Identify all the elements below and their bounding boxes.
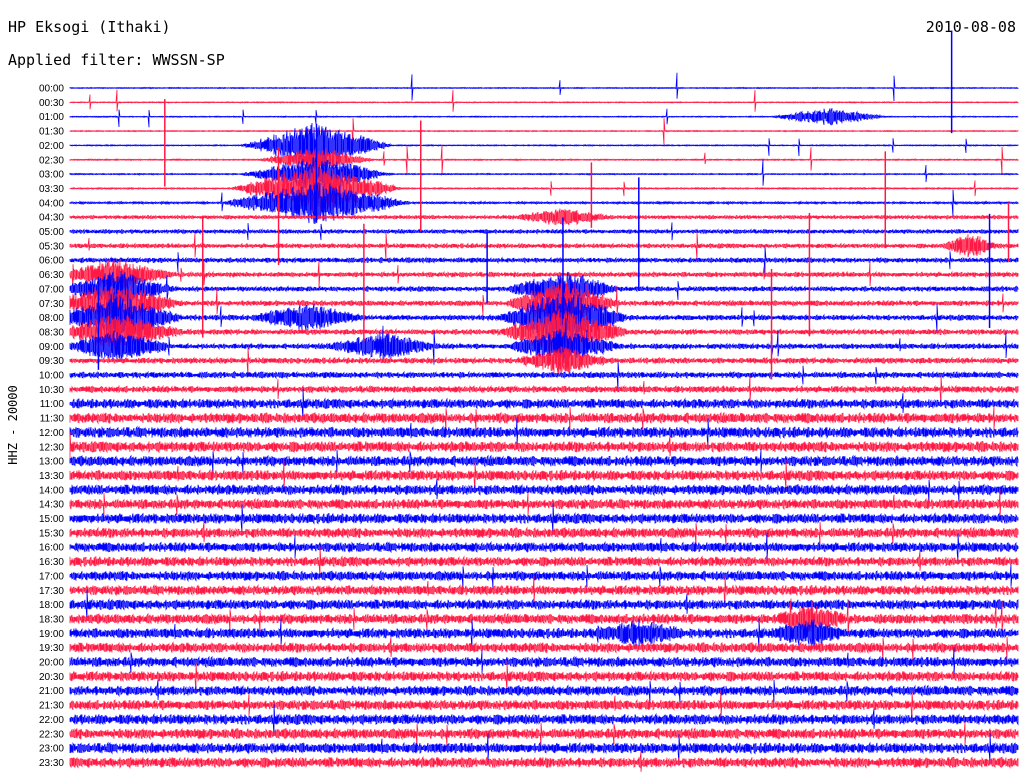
trace-row-0000 <box>69 72 1019 102</box>
helicorder-plot: 00:00 00:30 01:00 01:30 02:00 02:30 03:00 03:30… <box>39 30 1019 772</box>
time-tick-label: 04:30 <box>39 213 64 224</box>
trace-row-0130 <box>69 118 1019 147</box>
time-tick-label: 06:00 <box>39 256 64 267</box>
time-tick-label: 09:00 <box>39 342 64 353</box>
trace-row-0500 <box>69 222 1019 241</box>
time-tick-label: 12:30 <box>39 442 64 453</box>
time-tick-label: 20:30 <box>39 672 64 683</box>
trace-row-0100 <box>69 108 1019 128</box>
trace-row-0300 <box>69 156 1019 193</box>
time-tick-label: 05:00 <box>39 227 64 238</box>
time-tick-label: 07:30 <box>39 299 64 310</box>
time-tick-label: 22:30 <box>39 729 64 740</box>
time-tick-label: 20:00 <box>39 658 64 669</box>
time-tick-label: 10:30 <box>39 385 64 396</box>
time-tick-label: 16:00 <box>39 543 64 554</box>
time-tick-label: 16:30 <box>39 557 64 568</box>
time-tick-label: 13:00 <box>39 457 64 468</box>
time-tick-label: 21:00 <box>39 686 64 697</box>
time-tick-label: 23:00 <box>39 744 64 755</box>
time-tick-label: 14:30 <box>39 500 64 511</box>
time-tick-label: 15:30 <box>39 528 64 539</box>
time-tick-label: 08:30 <box>39 327 64 338</box>
trace-row-0230 <box>69 145 1019 175</box>
time-tick-label: 17:00 <box>39 571 64 582</box>
time-tick-label: 10:00 <box>39 371 64 382</box>
time-tick-label: 14:00 <box>39 485 64 496</box>
time-tick-label: 03:30 <box>39 184 64 195</box>
time-tick-label: 01:30 <box>39 127 64 138</box>
time-tick-label: 07:00 <box>39 284 64 295</box>
time-tick-label: 03:00 <box>39 170 64 181</box>
time-tick-label: 00:30 <box>39 98 64 109</box>
time-tick-label: 11:30 <box>40 414 65 425</box>
trace-row-1530 <box>69 521 1019 547</box>
trace-row-0430 <box>69 208 1019 226</box>
time-tick-label: 02:30 <box>39 155 64 166</box>
time-tick-label: 02:00 <box>39 141 64 152</box>
time-tick-labels: 00:00 00:30 01:00 01:30 02:00 02:30 03:00 03:30… <box>39 84 64 769</box>
time-tick-label: 23:30 <box>39 758 64 769</box>
time-tick-label: 04:00 <box>39 198 64 209</box>
trace-row-2330 <box>69 751 1019 772</box>
time-tick-label: 05:30 <box>39 241 64 252</box>
trace-row-1130 <box>69 406 1019 433</box>
time-tick-label: 08:00 <box>39 313 64 324</box>
time-tick-label: 19:30 <box>39 643 64 654</box>
time-tick-label: 15:00 <box>39 514 64 525</box>
time-tick-label: 21:30 <box>39 701 64 712</box>
trace-row-1700 <box>69 564 1019 590</box>
time-tick-label: 12:00 <box>39 428 64 439</box>
time-tick-label: 09:30 <box>39 356 64 367</box>
time-tick-label: 17:30 <box>39 586 64 597</box>
time-tick-label: 06:30 <box>39 270 64 281</box>
time-tick-label: 11:00 <box>40 399 65 410</box>
trace-row-0530 <box>69 232 1019 262</box>
time-tick-label: 18:30 <box>39 614 64 625</box>
trace-row-0330 <box>69 162 1019 215</box>
trace-row-0030 <box>69 89 1019 112</box>
time-tick-label: 13:30 <box>39 471 64 482</box>
seismic-traces <box>69 30 1019 772</box>
time-tick-label: 19:00 <box>39 629 64 640</box>
time-tick-label: 18:00 <box>39 600 64 611</box>
time-tick-label: 00:00 <box>39 84 64 95</box>
time-tick-label: 01:00 <box>39 112 64 123</box>
time-tick-label: 22:00 <box>39 715 64 726</box>
